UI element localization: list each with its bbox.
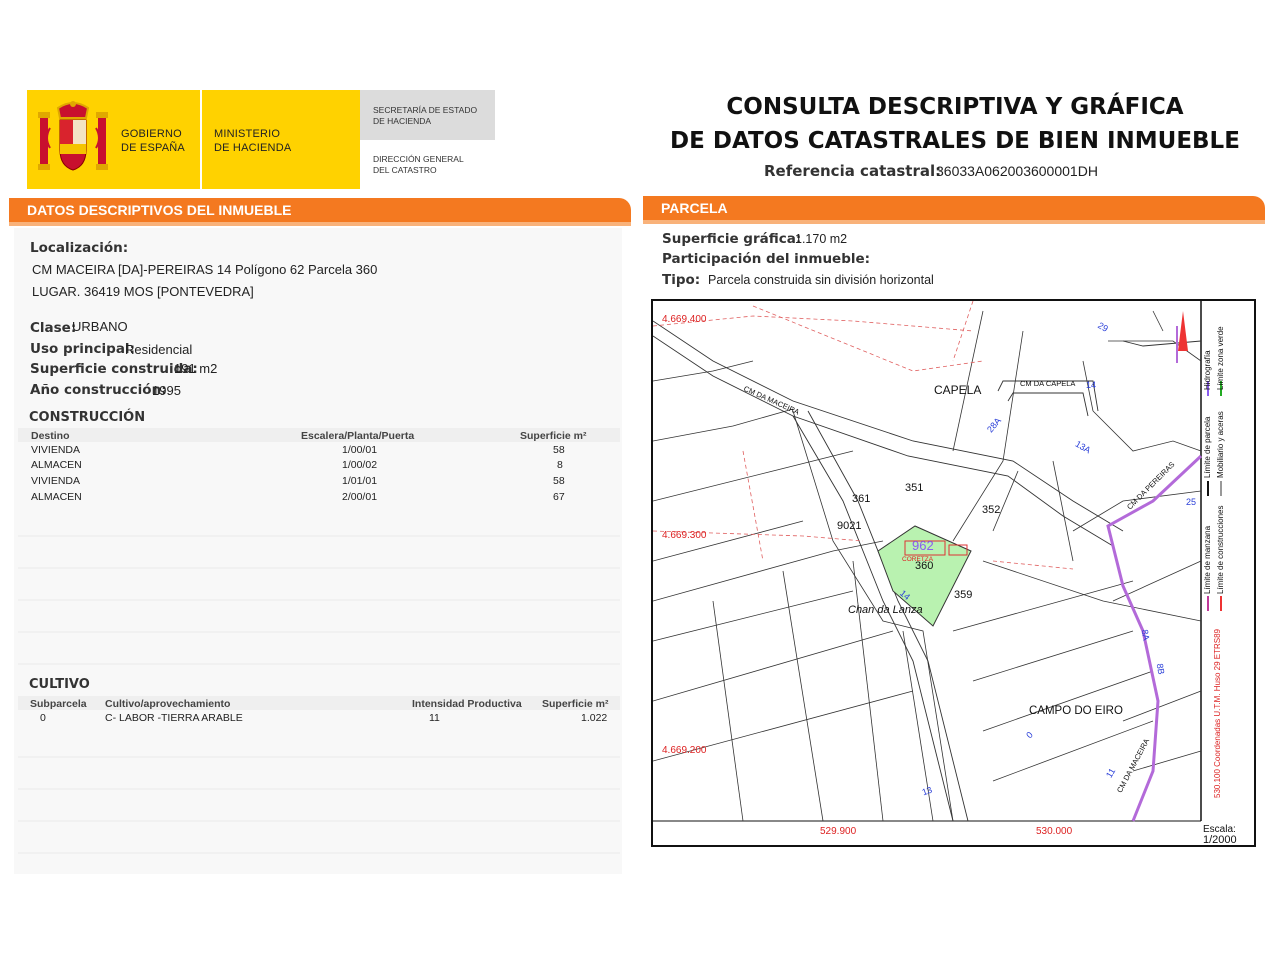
anio-label: Año construcción:: [30, 382, 167, 398]
place-label: CAMPO DO EIRO: [1029, 705, 1123, 717]
tipo-label: Tipo:: [662, 272, 701, 288]
clase-value: URBANO: [72, 319, 128, 334]
table-cell: 1.022: [581, 712, 608, 724]
sup-grafica-value: 1.170 m2: [795, 232, 848, 246]
map-number: 14: [1086, 380, 1097, 390]
section-underline: [9, 222, 631, 226]
highlight-number: 962: [912, 538, 934, 553]
direccion-name: DIRECCIÓN GENERAL DEL CATASTRO: [373, 154, 464, 176]
cultivo-empty-rows: [18, 726, 620, 866]
col-destino: Destino: [31, 430, 70, 442]
table-cell: 8: [557, 459, 563, 471]
parcel-number: 9021: [837, 520, 862, 532]
section-underline: [643, 220, 1265, 224]
legend-mobiliario: Mobiliario y aceras: [1216, 411, 1225, 478]
table-cell: 1/01/01: [342, 475, 378, 487]
coord-x-right: 530.000: [1036, 826, 1073, 837]
parcel-number: 359: [954, 589, 973, 601]
address-line1: CM MACEIRA [DA]-PEREIRAS 14 Polígono 62 …: [32, 262, 378, 277]
table-cell: 67: [553, 491, 565, 503]
uso-label: Uso principal:: [30, 341, 135, 357]
legend-coords: 530.100 Coordenadas U.T.M. Huso 29 ETRS8…: [1213, 629, 1222, 798]
title-line1: CONSULTA DESCRIPTIVA Y GRÁFICA: [726, 94, 1184, 120]
ref-label: Referencia catastral:: [764, 162, 942, 180]
tipo-value: Parcela construida sin división horizont…: [708, 273, 934, 287]
gov-line1: GOBIERNO: [121, 128, 182, 140]
gov-name: GOBIERNO DE ESPAÑA: [121, 127, 185, 155]
legend-construcciones: Límite de construcciones: [1216, 505, 1225, 595]
legend-zona-verde: Límite zona verde: [1216, 326, 1225, 390]
construccion-title: CONSTRUCCIÓN: [29, 410, 146, 425]
table-cell: 1/00/02: [342, 459, 378, 471]
map-number: 25: [1186, 497, 1197, 507]
col-superficie-cultivo: Superficie m²: [542, 698, 609, 710]
table-cell: 2/00/01: [342, 491, 378, 503]
gov-line2: DE ESPAÑA: [121, 142, 185, 154]
legend-manzana: Límite de manzana: [1203, 525, 1212, 594]
dir-line2: DEL CATASTRO: [373, 165, 437, 175]
dir-line1: DIRECCIÓN GENERAL: [373, 154, 464, 164]
page-title: CONSULTA DESCRIPTIVA Y GRÁFICA DE DATOS …: [650, 90, 1260, 158]
sup-grafica-label: Superficie gráfica:: [662, 231, 802, 247]
table-cell: 0: [40, 712, 46, 724]
construccion-empty-rows: [18, 505, 620, 665]
coord-x-left: 529.900: [820, 826, 857, 837]
road-label: CM DA CAPELA: [1020, 379, 1076, 388]
ministry-name: MINISTERIO DE HACIENDA: [214, 127, 291, 155]
table-cell: VIVIENDA: [31, 475, 81, 487]
table-cell: C- LABOR -TIERRA ARABLE: [105, 712, 243, 724]
section-header-parcela: PARCELA: [643, 196, 1265, 220]
coord-y-bottom: 4.669.200: [662, 745, 707, 756]
participacion-label: Participación del inmueble:: [662, 251, 871, 267]
parcel-number: 361: [852, 493, 871, 505]
place-label: CAPELA: [934, 383, 982, 397]
section-header-datos: DATOS DESCRIPTIVOS DEL INMUEBLE: [9, 198, 631, 222]
logo-divider: [200, 90, 202, 189]
col-subparcela: Subparcela: [30, 698, 87, 710]
table-cell: 58: [553, 444, 565, 456]
ministry-line2: DE HACIENDA: [214, 142, 292, 154]
table-cell: ALMACEN: [31, 491, 82, 503]
parcel-number: 351: [905, 482, 924, 494]
legend-parcela: Límite de parcela: [1203, 416, 1212, 478]
address-line2: LUGAR. 36419 MOS [PONTEVEDRA]: [32, 284, 254, 299]
col-cultivo: Cultivo/aprovechamiento: [105, 698, 231, 710]
table-cell: 11: [429, 712, 440, 724]
col-intensidad: Intensidad Productiva: [412, 698, 522, 710]
table-cell: 1/00/01: [342, 444, 378, 456]
table-cell: 58: [553, 475, 565, 487]
table-cell: ALMACEN: [31, 459, 82, 471]
sec-line2: DE HACIENDA: [373, 116, 432, 126]
ministry-line1: MINISTERIO: [214, 128, 281, 140]
localizacion-label: Localización:: [30, 240, 129, 256]
map-number: 8B: [1154, 662, 1167, 676]
coord-y-middle: 4.669.300: [662, 530, 707, 541]
superficie-value: 191 m2: [174, 361, 218, 376]
scale-value: 1/2000: [1203, 834, 1237, 846]
parcel-number: 352: [982, 504, 1001, 516]
legend-hidrografia: Hidrografía: [1203, 350, 1212, 390]
superficie-label: Superficie construida:: [30, 361, 198, 377]
table-cell: VIVIENDA: [31, 444, 81, 456]
title-line2: DE DATOS CATASTRALES DE BIEN INMUEBLE: [670, 128, 1240, 154]
place-label: Chan da Lanza: [848, 604, 923, 616]
uso-value: Residencial: [125, 342, 193, 357]
map-number: 8A: [1139, 628, 1152, 642]
col-escalera: Escalera/Planta/Puerta: [301, 430, 415, 442]
sec-line1: SECRETARÍA DE ESTADO: [373, 105, 478, 115]
coord-y-top: 4.669.400: [662, 314, 707, 325]
col-superficie: Superficie m²: [520, 430, 587, 442]
secretaria-name: SECRETARÍA DE ESTADO DE HACIENDA: [373, 105, 477, 127]
ref-value: 36033A062003600001DH: [936, 163, 1098, 179]
cultivo-title: CULTIVO: [29, 677, 90, 692]
building-label: CORETZA: [902, 556, 934, 563]
clase-label: Clase:: [30, 320, 77, 336]
coat-of-arms-icon: [38, 101, 108, 171]
anio-value: 1995: [152, 383, 181, 398]
